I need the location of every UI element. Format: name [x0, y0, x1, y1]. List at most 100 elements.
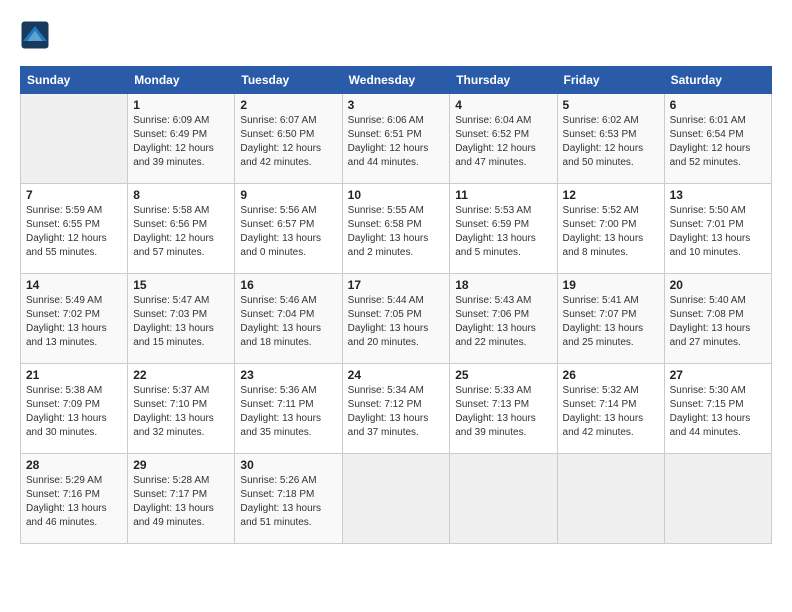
day-number: 17 — [348, 278, 445, 292]
day-number: 11 — [455, 188, 551, 202]
col-header-friday: Friday — [557, 67, 664, 94]
calendar-cell: 12 Sunrise: 5:52 AM Sunset: 7:00 PM Dayli… — [557, 184, 664, 274]
calendar-cell: 28Sunrise: 5:29 AM Sunset: 7:16 PM Dayli… — [21, 454, 128, 544]
calendar-cell — [664, 454, 771, 544]
calendar-cell: 23Sunrise: 5:36 AM Sunset: 7:11 PM Dayli… — [235, 364, 342, 454]
day-info: Sunrise: 5:38 AM Sunset: 7:09 PM Dayligh… — [26, 384, 122, 440]
calendar-week-2: 7 Sunrise: 5:59 AM Sunset: 6:55 PM Daylig… — [21, 184, 772, 274]
day-number: 12 — [563, 188, 659, 202]
logo — [20, 20, 54, 50]
day-number: 28 — [26, 458, 122, 472]
calendar-cell: 17 Sunrise: 5:44 AM Sunset: 7:05 PM Dayli… — [342, 274, 450, 364]
day-number: 29 — [133, 458, 229, 472]
day-number: 25 — [455, 368, 551, 382]
calendar-cell: 1 Sunrise: 6:09 AM Sunset: 6:49 PM Daylig… — [128, 94, 235, 184]
day-info: Sunrise: 5:53 AM Sunset: 6:59 PM Dayligh… — [455, 204, 551, 260]
calendar-cell: 14 Sunrise: 5:49 AM Sunset: 7:02 PM Dayli… — [21, 274, 128, 364]
calendar-cell: 2Sunrise: 6:07 AM Sunset: 6:50 PM Daylig… — [235, 94, 342, 184]
calendar-cell: 9 Sunrise: 5:56 AM Sunset: 6:57 PM Daylig… — [235, 184, 342, 274]
day-number: 27 — [670, 368, 766, 382]
day-info: Sunrise: 6:04 AM Sunset: 6:52 PM Dayligh… — [455, 114, 551, 170]
col-header-wednesday: Wednesday — [342, 67, 450, 94]
day-info: Sunrise: 5:32 AM Sunset: 7:14 PM Dayligh… — [563, 384, 659, 440]
calendar-cell — [450, 454, 557, 544]
day-number: 10 — [348, 188, 445, 202]
calendar-cell: 15 Sunrise: 5:47 AM Sunset: 7:03 PM Dayli… — [128, 274, 235, 364]
calendar-cell: 3 Sunrise: 6:06 AM Sunset: 6:51 PM Daylig… — [342, 94, 450, 184]
calendar-week-4: 21 Sunrise: 5:38 AM Sunset: 7:09 PM Dayli… — [21, 364, 772, 454]
day-number: 21 — [26, 368, 122, 382]
day-info: Sunrise: 5:52 AM Sunset: 7:00 PM Dayligh… — [563, 204, 659, 260]
calendar-cell: 21 Sunrise: 5:38 AM Sunset: 7:09 PM Dayli… — [21, 364, 128, 454]
calendar-cell: 27Sunrise: 5:30 AM Sunset: 7:15 PM Dayli… — [664, 364, 771, 454]
calendar-cell: 18 Sunrise: 5:43 AM Sunset: 7:06 PM Dayli… — [450, 274, 557, 364]
day-number: 24 — [348, 368, 445, 382]
calendar-cell: 13 Sunrise: 5:50 AM Sunset: 7:01 PM Dayli… — [664, 184, 771, 274]
day-number: 1 — [133, 98, 229, 112]
calendar-cell: 29 Sunrise: 5:28 AM Sunset: 7:17 PM Dayli… — [128, 454, 235, 544]
col-header-thursday: Thursday — [450, 67, 557, 94]
logo-icon — [20, 20, 50, 50]
calendar-cell — [342, 454, 450, 544]
day-number: 20 — [670, 278, 766, 292]
day-info: Sunrise: 5:36 AM Sunset: 7:11 PM Dayligh… — [240, 384, 336, 440]
calendar-cell: 22Sunrise: 5:37 AM Sunset: 7:10 PM Dayli… — [128, 364, 235, 454]
day-number: 3 — [348, 98, 445, 112]
calendar-week-3: 14 Sunrise: 5:49 AM Sunset: 7:02 PM Dayli… — [21, 274, 772, 364]
day-number: 6 — [670, 98, 766, 112]
calendar-week-1: 1 Sunrise: 6:09 AM Sunset: 6:49 PM Daylig… — [21, 94, 772, 184]
day-info: Sunrise: 5:28 AM Sunset: 7:17 PM Dayligh… — [133, 474, 229, 530]
calendar-cell: 20 Sunrise: 5:40 AM Sunset: 7:08 PM Dayli… — [664, 274, 771, 364]
day-number: 13 — [670, 188, 766, 202]
day-number: 15 — [133, 278, 229, 292]
day-info: Sunrise: 5:49 AM Sunset: 7:02 PM Dayligh… — [26, 294, 122, 350]
calendar-cell: 16 Sunrise: 5:46 AM Sunset: 7:04 PM Dayli… — [235, 274, 342, 364]
day-info: Sunrise: 5:46 AM Sunset: 7:04 PM Dayligh… — [240, 294, 336, 350]
calendar-cell: 25 Sunrise: 5:33 AM Sunset: 7:13 PM Dayli… — [450, 364, 557, 454]
day-info: Sunrise: 5:56 AM Sunset: 6:57 PM Dayligh… — [240, 204, 336, 260]
calendar-cell: 19 Sunrise: 5:41 AM Sunset: 7:07 PM Dayli… — [557, 274, 664, 364]
day-info: Sunrise: 6:06 AM Sunset: 6:51 PM Dayligh… — [348, 114, 445, 170]
col-header-sunday: Sunday — [21, 67, 128, 94]
day-number: 16 — [240, 278, 336, 292]
day-info: Sunrise: 5:58 AM Sunset: 6:56 PM Dayligh… — [133, 204, 229, 260]
day-info: Sunrise: 5:50 AM Sunset: 7:01 PM Dayligh… — [670, 204, 766, 260]
calendar-cell: 11 Sunrise: 5:53 AM Sunset: 6:59 PM Dayli… — [450, 184, 557, 274]
day-info: Sunrise: 5:43 AM Sunset: 7:06 PM Dayligh… — [455, 294, 551, 350]
day-info: Sunrise: 5:26 AM Sunset: 7:18 PM Dayligh… — [240, 474, 336, 530]
calendar-cell: 7 Sunrise: 5:59 AM Sunset: 6:55 PM Daylig… — [21, 184, 128, 274]
day-info: Sunrise: 5:47 AM Sunset: 7:03 PM Dayligh… — [133, 294, 229, 350]
day-number: 14 — [26, 278, 122, 292]
calendar-cell — [21, 94, 128, 184]
day-number: 7 — [26, 188, 122, 202]
day-number: 19 — [563, 278, 659, 292]
day-number: 18 — [455, 278, 551, 292]
day-number: 30 — [240, 458, 336, 472]
day-info: Sunrise: 5:44 AM Sunset: 7:05 PM Dayligh… — [348, 294, 445, 350]
calendar-week-5: 28Sunrise: 5:29 AM Sunset: 7:16 PM Dayli… — [21, 454, 772, 544]
day-number: 4 — [455, 98, 551, 112]
col-header-saturday: Saturday — [664, 67, 771, 94]
col-header-tuesday: Tuesday — [235, 67, 342, 94]
calendar-cell: 8 Sunrise: 5:58 AM Sunset: 6:56 PM Daylig… — [128, 184, 235, 274]
day-info: Sunrise: 6:09 AM Sunset: 6:49 PM Dayligh… — [133, 114, 229, 170]
day-info: Sunrise: 5:59 AM Sunset: 6:55 PM Dayligh… — [26, 204, 122, 260]
day-number: 8 — [133, 188, 229, 202]
day-info: Sunrise: 5:34 AM Sunset: 7:12 PM Dayligh… — [348, 384, 445, 440]
calendar-cell: 6 Sunrise: 6:01 AM Sunset: 6:54 PM Daylig… — [664, 94, 771, 184]
day-number: 5 — [563, 98, 659, 112]
day-info: Sunrise: 5:41 AM Sunset: 7:07 PM Dayligh… — [563, 294, 659, 350]
day-number: 9 — [240, 188, 336, 202]
day-number: 22 — [133, 368, 229, 382]
calendar-cell: 24 Sunrise: 5:34 AM Sunset: 7:12 PM Dayli… — [342, 364, 450, 454]
day-info: Sunrise: 6:01 AM Sunset: 6:54 PM Dayligh… — [670, 114, 766, 170]
day-info: Sunrise: 6:02 AM Sunset: 6:53 PM Dayligh… — [563, 114, 659, 170]
col-header-monday: Monday — [128, 67, 235, 94]
calendar-cell: 26 Sunrise: 5:32 AM Sunset: 7:14 PM Dayli… — [557, 364, 664, 454]
calendar-cell: 4 Sunrise: 6:04 AM Sunset: 6:52 PM Daylig… — [450, 94, 557, 184]
calendar-table: SundayMondayTuesdayWednesdayThursdayFrid… — [20, 66, 772, 544]
calendar-cell — [557, 454, 664, 544]
day-info: Sunrise: 5:33 AM Sunset: 7:13 PM Dayligh… — [455, 384, 551, 440]
day-number: 26 — [563, 368, 659, 382]
day-info: Sunrise: 5:40 AM Sunset: 7:08 PM Dayligh… — [670, 294, 766, 350]
